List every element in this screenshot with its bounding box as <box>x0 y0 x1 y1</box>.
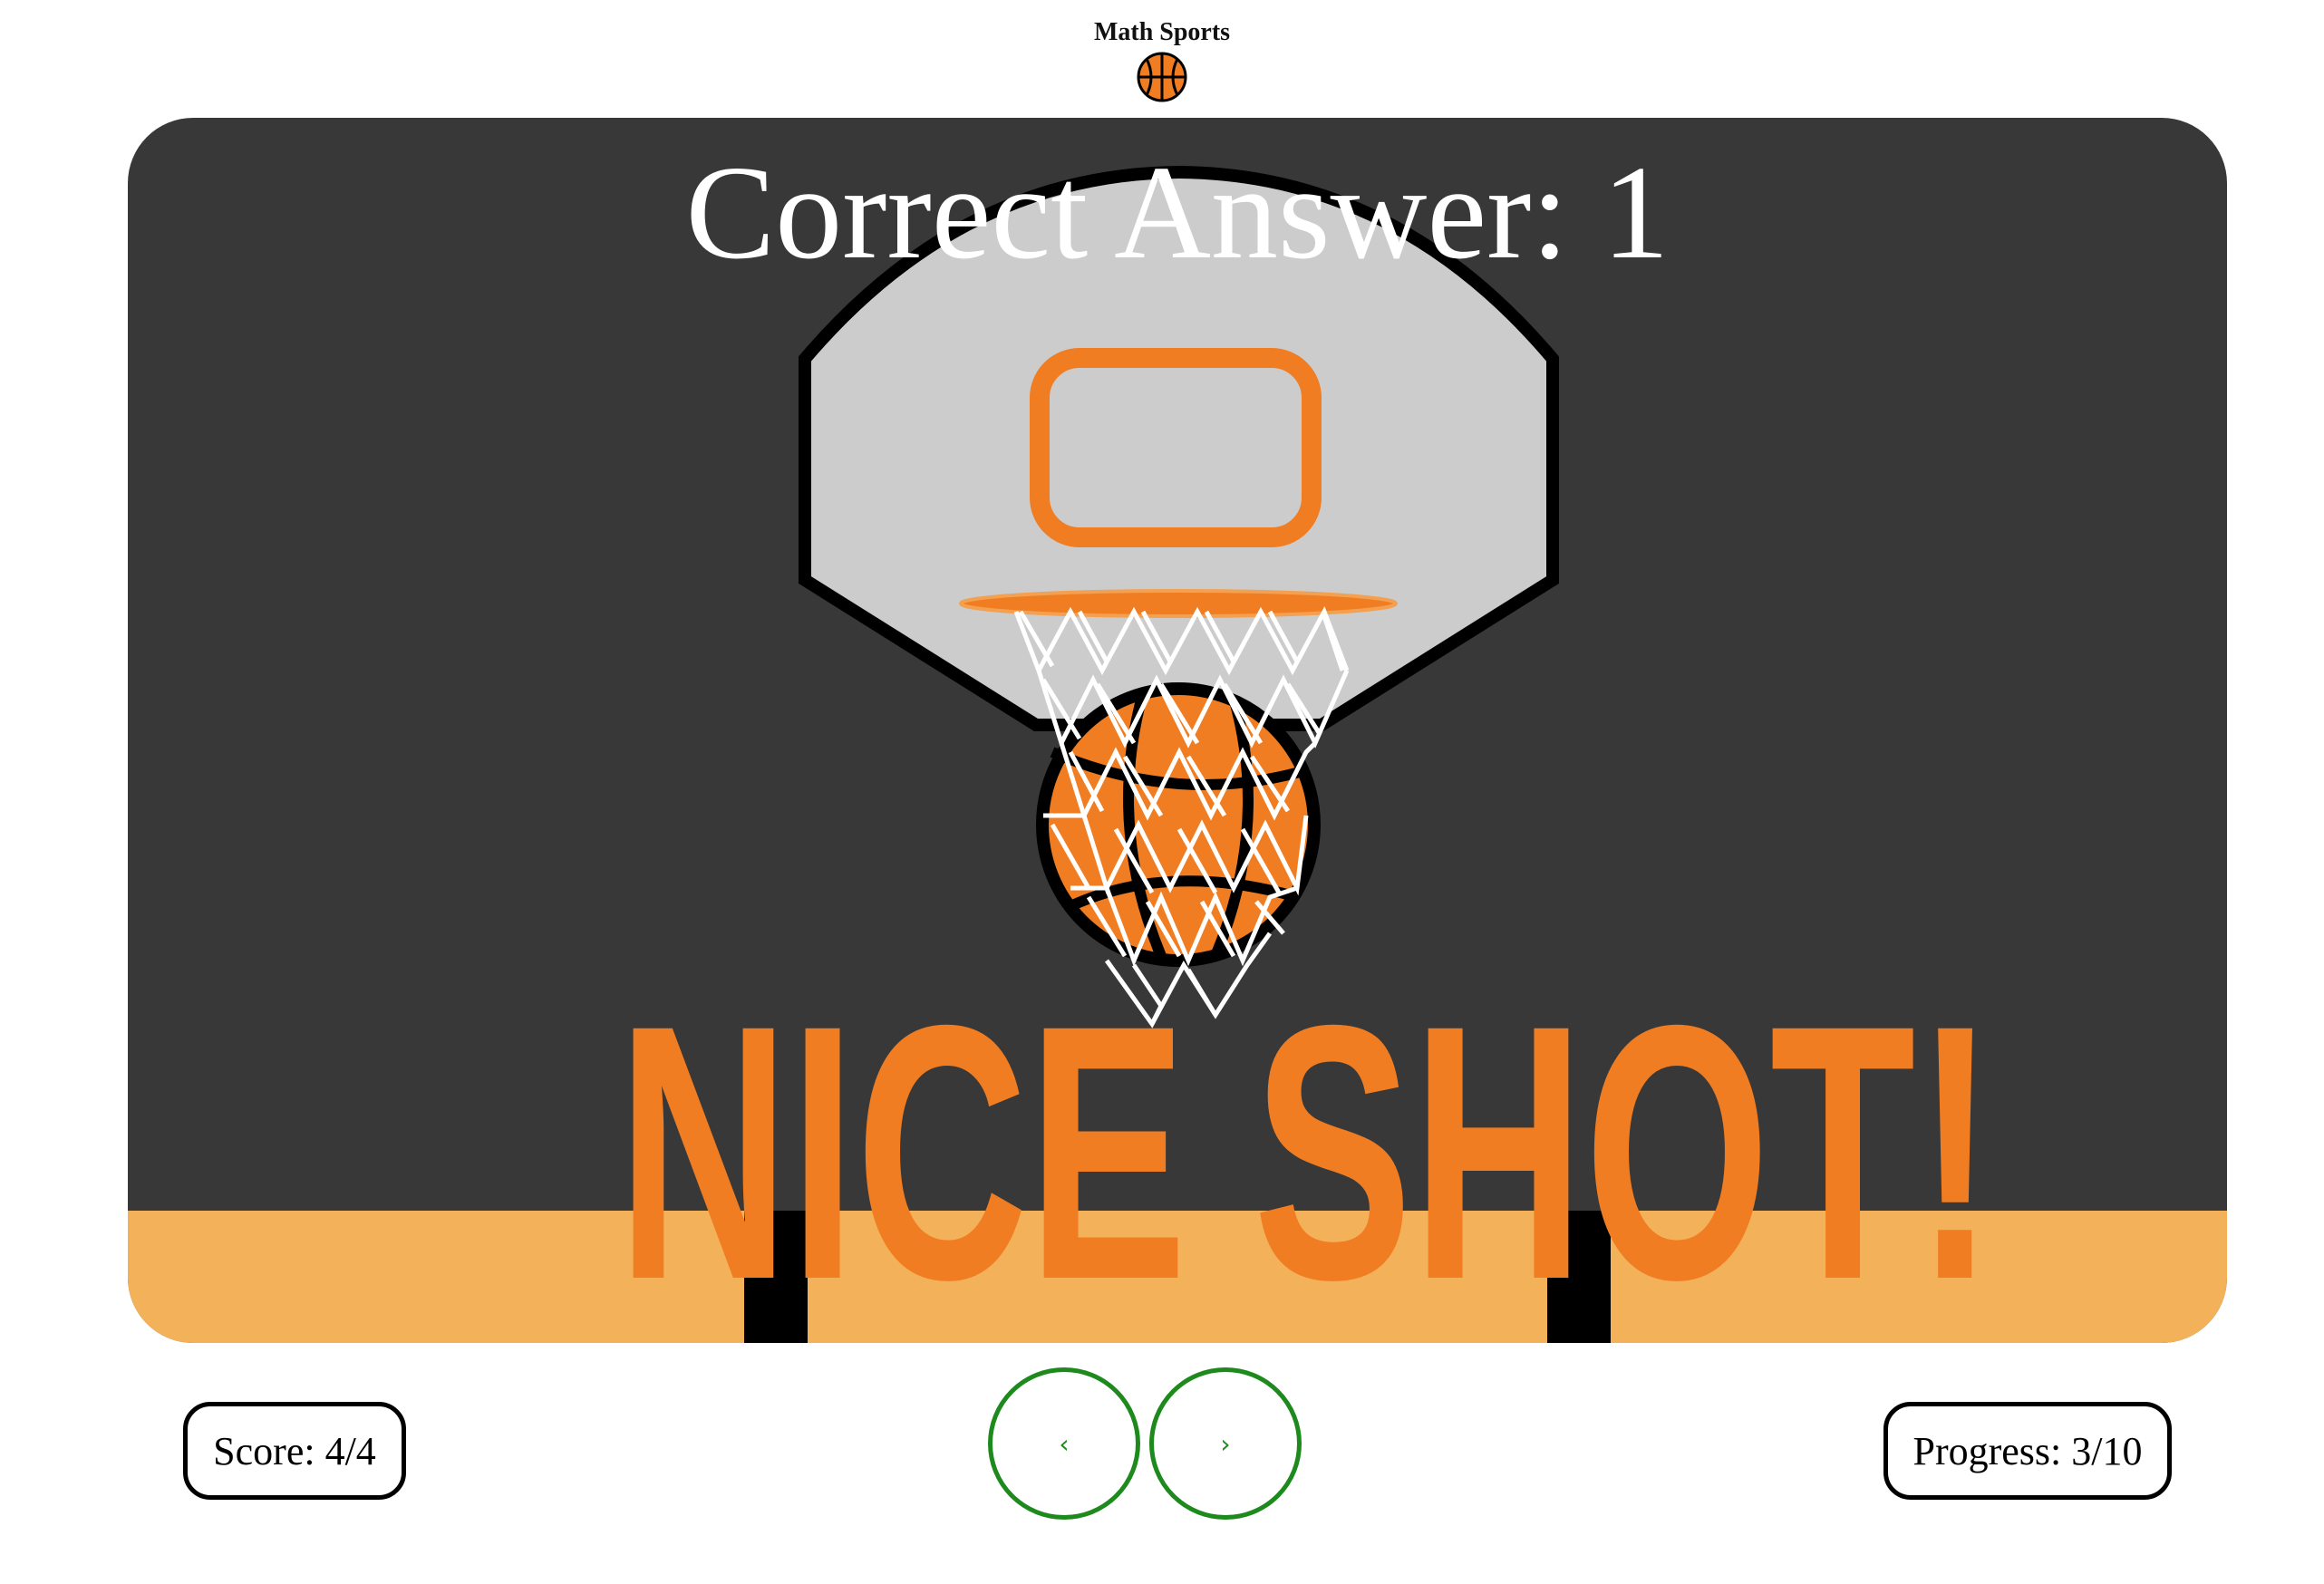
correct-answer-text: Correct Answer: 1 <box>685 139 1670 287</box>
score-text: Score: 4/4 <box>213 1428 376 1473</box>
progress-display: Progress: 3/10 <box>1883 1402 2172 1500</box>
header: Math Sports <box>0 16 2324 103</box>
math-sports-app: Math Sports Correct Answer: 1 NICE SHOT!… <box>0 0 2324 1584</box>
next-button[interactable]: › <box>1149 1367 1302 1520</box>
previous-button[interactable]: ‹ <box>988 1367 1140 1520</box>
app-title: Math Sports <box>1093 18 1231 46</box>
score-display: Score: 4/4 <box>183 1402 406 1500</box>
chevron-left-icon: ‹ <box>1059 1428 1070 1459</box>
nice-shot-text: NICE SHOT! <box>617 950 1995 1314</box>
basketball-icon <box>1137 52 1187 102</box>
progress-text: Progress: 3/10 <box>1912 1428 2143 1473</box>
rim-icon <box>959 589 1398 618</box>
court-panel: Correct Answer: 1 NICE SHOT! <box>128 118 2227 1343</box>
chevron-right-icon: › <box>1220 1428 1231 1459</box>
nice-shot-banner: NICE SHOT! <box>617 950 1995 1314</box>
